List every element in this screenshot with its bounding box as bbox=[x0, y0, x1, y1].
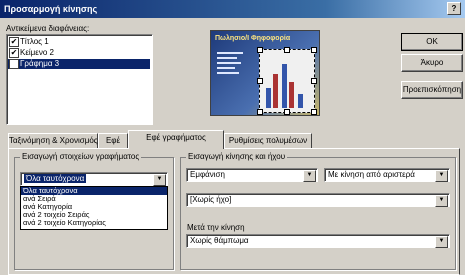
chevron-down-icon[interactable]: ▼ bbox=[303, 170, 316, 182]
objects-label: Αντικείμενα διαφάνειας: bbox=[6, 24, 90, 33]
tab-chart-effects[interactable]: Εφέ γραφήματος bbox=[128, 130, 224, 149]
after-animation-label: Μετά την κίνηση bbox=[187, 223, 245, 232]
tab-order-timing[interactable]: Ταξινόμηση & Χρονισμός bbox=[8, 133, 98, 148]
entry-effect-combo[interactable]: Εμφάνιση ▼ bbox=[186, 168, 318, 182]
checkbox-icon[interactable]: ✔ bbox=[9, 59, 19, 69]
preview-button[interactable]: Προεπισκόπηση bbox=[401, 81, 463, 99]
animation-sound-group-label: Εισαγωγή κίνησης και ήχου bbox=[186, 152, 288, 161]
slide-preview-title: Πωλησιο/Ι Φηφοφορία bbox=[215, 35, 291, 42]
chart-elements-combo[interactable]: Όλα ταυτόχρονα ▼ bbox=[20, 172, 168, 186]
checkbox-icon[interactable]: ✔ bbox=[9, 48, 19, 58]
cancel-button[interactable]: Άκυρο bbox=[401, 54, 463, 72]
slide-preview: Πωλησιο/Ι Φηφοφορία bbox=[210, 30, 320, 116]
object-item-text[interactable]: ✔ Κείμενο 2 bbox=[9, 48, 54, 58]
chart-elements-dropdown[interactable]: Όλα ταυτόχρονα ανά Σειρά ανά Κατηγορία α… bbox=[20, 186, 168, 230]
chevron-down-icon[interactable]: ▼ bbox=[153, 174, 166, 186]
dialog-title: Προσαρμογή κίνησης bbox=[4, 4, 98, 14]
tab-effects[interactable]: Εφέ bbox=[98, 133, 128, 148]
chevron-down-icon[interactable]: ▼ bbox=[435, 236, 448, 248]
objects-list[interactable]: ✔ Τίτλος 1 ✔ Κείμενο 2 ✔ Γράφημα 3 bbox=[6, 34, 153, 125]
object-item-chart[interactable]: ✔ Γράφημα 3 bbox=[8, 59, 150, 69]
chevron-down-icon[interactable]: ▼ bbox=[435, 170, 448, 182]
slide-preview-text bbox=[217, 49, 247, 99]
after-animation-combo[interactable]: Χωρίς θάμπωμα ▼ bbox=[186, 234, 450, 248]
checkbox-icon[interactable]: ✔ bbox=[9, 37, 19, 47]
sound-combo[interactable]: [Χωρίς ήχο] ▼ bbox=[186, 193, 450, 207]
chevron-down-icon[interactable]: ▼ bbox=[435, 195, 448, 207]
tab-multimedia-settings[interactable]: Ρυθμίσεις πολυμέσων bbox=[224, 133, 312, 148]
object-item-title[interactable]: ✔ Τίτλος 1 bbox=[9, 37, 49, 47]
help-button[interactable]: ? bbox=[447, 2, 461, 15]
direction-combo[interactable]: Με κίνηση από αριστερά ▼ bbox=[324, 168, 450, 182]
ok-button[interactable]: OK bbox=[401, 33, 463, 51]
slide-preview-chart bbox=[257, 47, 317, 115]
dialog-title-bar: Προσαρμογή κίνησης bbox=[0, 0, 465, 18]
chart-elements-group-label: Εισαγωγή στοιχείων γραφήματος bbox=[20, 152, 142, 161]
dropdown-option[interactable]: ανά 2 τοιχείο Κατηγορίας bbox=[21, 219, 167, 227]
